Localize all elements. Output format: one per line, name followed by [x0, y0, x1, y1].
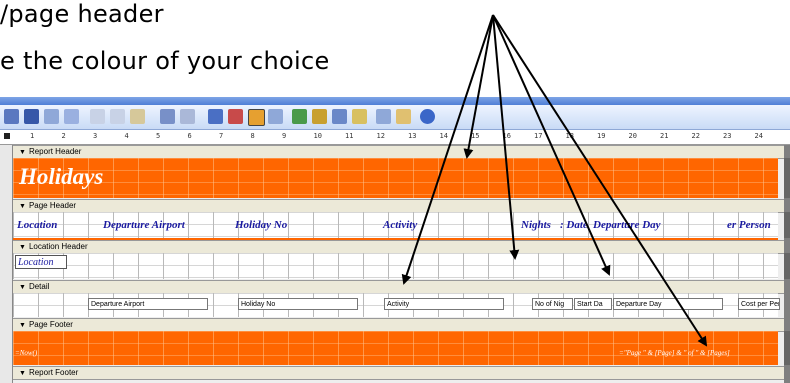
page-header-label: Page Header — [28, 201, 77, 210]
right-edge-strip — [784, 331, 790, 365]
ruler-tick: 12 — [376, 132, 385, 140]
field-list-icon[interactable] — [228, 109, 243, 124]
report-header-label: Report Header — [28, 147, 82, 156]
ruler-tick: 22 — [691, 132, 700, 140]
toolbox-icon[interactable] — [248, 109, 265, 126]
page-number-field[interactable]: ="Page " & [Page] & " of " & [Pages] — [619, 349, 730, 357]
page-header-bar[interactable]: ▼ Page Header — [13, 199, 784, 213]
ruler-tick: 5 — [156, 132, 161, 140]
detail-label: Detail — [28, 282, 50, 291]
page-footer-bar[interactable]: ▼ Page Footer — [13, 318, 784, 332]
page-footer-section[interactable]: =Now() ="Page " & [Page] & " of " & [Pag… — [13, 331, 778, 365]
departure-airport-field[interactable]: Departure Airport — [88, 298, 208, 310]
access-design-window: 1 2 3 4 5 6 7 8 9 10 11 12 13 14 15 16 17 18 19 20 21 22 23 24 … — [0, 97, 790, 383]
build-icon[interactable] — [352, 109, 367, 124]
ruler-tick: 20 — [628, 132, 637, 140]
help-icon[interactable] — [420, 109, 435, 124]
location-field[interactable]: Location — [15, 255, 67, 269]
departure-day-field[interactable]: Departure Day — [613, 298, 723, 310]
right-edge-strip — [784, 158, 790, 198]
ruler-tick: 16 — [502, 132, 511, 140]
ruler-tick: 4 — [124, 132, 129, 140]
report-title[interactable]: Holidays — [19, 164, 103, 190]
detail-bar[interactable]: ▼ Detail — [13, 280, 784, 294]
report-footer-bar[interactable]: ▼ Report Footer — [13, 366, 784, 380]
cut-icon[interactable] — [90, 109, 105, 124]
preview-icon[interactable] — [64, 109, 79, 124]
label-start-date[interactable]: : Date — [560, 219, 588, 231]
detail-section[interactable]: Departure Airport Holiday No Activity No… — [13, 293, 780, 317]
properties-icon[interactable] — [332, 109, 347, 124]
label-departure-day[interactable]: Departure Day — [593, 219, 661, 231]
page-header-section[interactable]: Location Departure Airport Holiday No Ac… — [13, 212, 778, 240]
ruler-tick: 1 — [30, 132, 35, 140]
label-holiday-no[interactable]: Holiday No — [235, 219, 287, 231]
ruler-tick: 2 — [61, 132, 66, 140]
location-header-bar[interactable]: ▼ Location Header — [13, 240, 784, 254]
ruler-tick: 19 — [597, 132, 606, 140]
ruler-tick: 3 — [93, 132, 98, 140]
page-footer-label: Page Footer — [28, 320, 73, 329]
label-activity[interactable]: Activity — [383, 219, 417, 231]
cost-per-person-field[interactable]: Cost per Per — [738, 298, 780, 310]
new-object-icon[interactable] — [396, 109, 411, 124]
ruler-tick: 13 — [408, 132, 417, 140]
location-header-section[interactable]: Location — [13, 253, 778, 279]
ruler-tick: 11 — [345, 132, 354, 140]
copy-icon[interactable] — [110, 109, 125, 124]
right-edge-strip — [784, 253, 790, 279]
ruler-tick: 21 — [660, 132, 669, 140]
view-icon[interactable] — [4, 109, 19, 124]
label-nights[interactable]: Nights — [521, 219, 551, 231]
ruler-tick: 6 — [187, 132, 192, 140]
ruler-tick: 15 — [471, 132, 480, 140]
slide-text-line-2: e the colour of your choice — [0, 47, 330, 75]
ruler-tick: 8 — [250, 132, 255, 140]
report-header-bar[interactable]: ▼ Report Header — [13, 145, 784, 159]
sorting-icon[interactable] — [268, 109, 283, 124]
ruler-tick: 18 — [565, 132, 574, 140]
redo-icon[interactable] — [180, 109, 195, 124]
activity-field[interactable]: Activity — [384, 298, 504, 310]
code-icon[interactable] — [312, 109, 327, 124]
paste-icon[interactable] — [130, 109, 145, 124]
title-bar — [0, 97, 790, 105]
ruler-tick: 17 — [534, 132, 543, 140]
band-arrow-icon: ▼ — [19, 370, 26, 377]
horizontal-ruler: 1 2 3 4 5 6 7 8 9 10 11 12 13 14 15 16 17 18 19 20 21 22 23 24 — [0, 130, 790, 145]
label-location[interactable]: Location — [17, 219, 57, 231]
slide-text-line-1: /page header — [0, 0, 164, 28]
save-icon[interactable] — [24, 109, 39, 124]
start-date-field[interactable]: Start Da — [574, 298, 612, 310]
vertical-ruler — [0, 145, 13, 383]
report-footer-label: Report Footer — [28, 368, 79, 377]
no-of-nights-field[interactable]: No of Nig — [532, 298, 573, 310]
ruler-tick: 24 — [754, 132, 763, 140]
ruler-tick: 7 — [219, 132, 224, 140]
ruler-tick: 23 — [723, 132, 732, 140]
hyperlink-icon[interactable] — [208, 109, 223, 124]
ruler-tick: 10 — [313, 132, 322, 140]
autoformat-icon[interactable] — [292, 109, 307, 124]
print-icon[interactable] — [44, 109, 59, 124]
location-header-label: Location Header — [28, 242, 88, 251]
right-edge-strip — [784, 212, 790, 238]
report-header-section[interactable]: Holidays — [13, 158, 778, 198]
design-surface: ▼ Report Header Holidays ▼ Page Header Loc… — [13, 145, 784, 383]
toolbar — [0, 105, 790, 130]
ruler-tick: 9 — [282, 132, 287, 140]
now-field[interactable]: =Now() — [15, 349, 37, 357]
label-cost-per-person[interactable]: er Person — [727, 219, 771, 231]
holiday-no-field[interactable]: Holiday No — [238, 298, 358, 310]
ruler-corner[interactable] — [4, 133, 10, 139]
label-departure-airport[interactable]: Departure Airport — [103, 219, 185, 231]
undo-icon[interactable] — [160, 109, 175, 124]
ruler-tick: 14 — [439, 132, 448, 140]
database-window-icon[interactable] — [376, 109, 391, 124]
